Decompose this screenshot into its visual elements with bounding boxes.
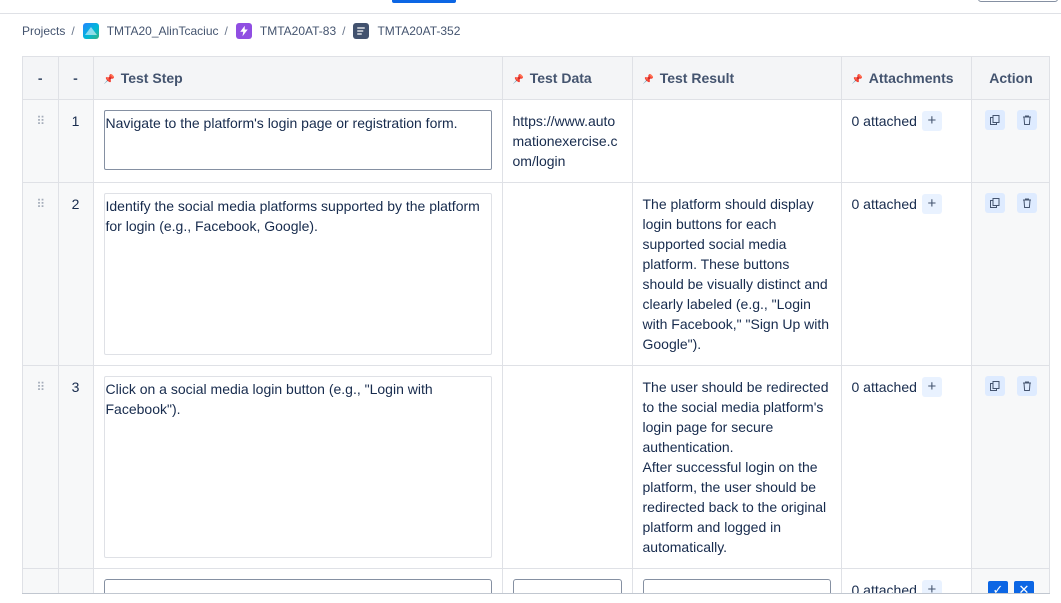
data-cell[interactable] [502, 365, 633, 569]
drag-handle-icon[interactable]: ⠿ [23, 365, 59, 569]
column-header-attachments[interactable]: 📌 Attachments [841, 57, 972, 100]
plus-icon[interactable]: + [921, 376, 942, 397]
step-number: 1 [58, 99, 94, 183]
attachments-cell: 0 attached + [841, 365, 972, 569]
attachments-count: 0 attached [851, 378, 917, 395]
column-header-data-label: Test Data [529, 69, 592, 86]
result-cell[interactable] [632, 99, 842, 183]
table-header-row: - - 📌 Test Step 📌 Test Data 📌 Test Result 📌… [23, 57, 1049, 100]
trash-icon[interactable] [1016, 192, 1037, 213]
breadcrumb-project[interactable]: TMTA20_AlinTcaciuc [82, 23, 219, 39]
drag-handle-icon[interactable]: ⠿ [23, 99, 59, 183]
epic-lightning-icon [235, 23, 252, 39]
step-cell[interactable]: Navigate to the platform's login page or… [93, 99, 503, 183]
attachments-count: 0 attached [851, 581, 917, 595]
action-cell [971, 365, 1049, 569]
step-number: 3 [58, 365, 94, 569]
plus-icon[interactable]: + [921, 110, 942, 131]
step-cell[interactable]: Click on a social media login button (e.… [93, 365, 503, 569]
step-number: 2 [58, 182, 94, 366]
new-result-cell [632, 568, 842, 594]
breadcrumb: Projects / TMTA20_AlinTcaciuc / TMTA20AT… [22, 22, 460, 40]
pin-icon[interactable]: 📌 [104, 74, 115, 85]
breadcrumb-epic-label[interactable]: TMTA20AT-83 [260, 24, 336, 38]
table-row: ⠿ 2 Identify the social media platforms … [23, 182, 1049, 366]
column-header-handle: - [23, 57, 59, 100]
trash-icon[interactable] [1016, 375, 1037, 396]
toolbar-button[interactable] [978, 0, 1058, 2]
plus-icon[interactable]: + [921, 193, 942, 214]
column-header-step-label: Test Step [120, 69, 183, 86]
breadcrumb-projects-label[interactable]: Projects [22, 24, 65, 38]
data-cell[interactable] [502, 182, 633, 366]
new-data-cell [502, 568, 633, 594]
result-cell[interactable]: The platform should display login button… [632, 182, 842, 366]
trash-icon[interactable] [1016, 109, 1037, 130]
action-cell [971, 182, 1049, 366]
new-result-input[interactable] [642, 578, 831, 594]
breadcrumb-issue-label[interactable]: TMTA20AT-352 [377, 24, 460, 38]
data-cell[interactable]: https://www.automationexercise.com/login [502, 99, 633, 183]
breadcrumb-separator: / [224, 24, 228, 38]
column-header-result[interactable]: 📌 Test Result [632, 57, 842, 100]
attachments-count: 0 attached [851, 112, 917, 129]
active-tab-indicator[interactable] [392, 0, 456, 3]
step-text[interactable]: Click on a social media login button (e.… [103, 375, 492, 558]
clone-icon[interactable] [985, 192, 1006, 213]
check-icon[interactable]: ✓ [988, 580, 1008, 594]
breadcrumb-issue[interactable]: TMTA20AT-352 [353, 23, 460, 39]
new-action-cell: ✓ ✕ [971, 568, 1049, 594]
column-header-data[interactable]: 📌 Test Data [502, 57, 633, 100]
scroll-divider [22, 593, 1050, 594]
attachments-count: 0 attached [851, 195, 917, 212]
pin-icon[interactable]: 📌 [513, 74, 524, 85]
step-text[interactable]: Identify the social media platforms supp… [103, 192, 492, 355]
close-icon[interactable]: ✕ [1014, 580, 1034, 594]
drag-handle-icon[interactable]: ⠿ [23, 182, 59, 366]
table-row: ⠿ 1 Navigate to the platform's login pag… [23, 99, 1049, 183]
new-step-input[interactable] [103, 578, 492, 594]
column-header-action: Action [971, 57, 1049, 100]
table-row: ⠿ 3 Click on a social media login button… [23, 365, 1049, 569]
attachments-cell: 0 attached + [841, 99, 972, 183]
test-steps-table: - - 📌 Test Step 📌 Test Data 📌 Test Result 📌… [22, 56, 1050, 594]
empty-handle-cell [23, 568, 59, 594]
pin-icon[interactable]: 📌 [852, 74, 863, 85]
column-header-attachments-label: Attachments [868, 69, 954, 86]
new-data-input[interactable] [512, 578, 622, 594]
pin-icon[interactable]: 📌 [643, 74, 654, 85]
breadcrumb-project-label[interactable]: TMTA20_AlinTcaciuc [107, 24, 219, 38]
step-cell[interactable]: Identify the social media platforms supp… [93, 182, 503, 366]
step-text[interactable]: Navigate to the platform's login page or… [103, 109, 492, 170]
test-issue-icon [353, 23, 370, 39]
column-header-result-label: Test Result [659, 69, 735, 86]
project-avatar-icon [82, 23, 99, 39]
breadcrumb-projects[interactable]: Projects [22, 24, 65, 38]
top-toolbar [0, 0, 1061, 14]
clone-icon[interactable] [985, 109, 1006, 130]
result-cell[interactable]: The user should be redirected to the soc… [632, 365, 842, 569]
clone-icon[interactable] [985, 375, 1006, 396]
column-header-step[interactable]: 📌 Test Step [93, 57, 503, 100]
column-header-number: - [58, 57, 94, 100]
new-step-row: 0 attached + ✓ ✕ [23, 568, 1049, 595]
breadcrumb-separator: / [71, 24, 75, 38]
new-step-cell [93, 568, 503, 594]
plus-icon[interactable]: + [921, 579, 942, 594]
empty-number-cell [58, 568, 94, 594]
attachments-cell: 0 attached + [841, 182, 972, 366]
data-text[interactable]: https://www.automationexercise.com/login [513, 111, 622, 171]
breadcrumb-epic[interactable]: TMTA20AT-83 [235, 23, 336, 39]
action-cell [971, 99, 1049, 183]
new-attachments-cell: 0 attached + [841, 568, 972, 595]
breadcrumb-separator: / [342, 24, 346, 38]
